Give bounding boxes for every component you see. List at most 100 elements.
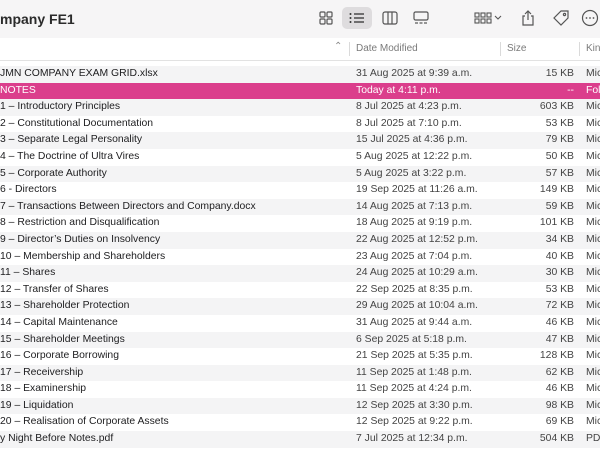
- file-date-modified: 15 Jul 2025 at 4:36 p.m.: [356, 134, 468, 146]
- list-view-icon: [349, 12, 365, 24]
- file-row[interactable]: 17 – Receivership 11 Sep 2025 at 1:48 p.m…: [0, 364, 600, 382]
- toolbar: mpany FE1: [0, 0, 600, 38]
- file-row[interactable]: 9 – Director’s Duties on Insolvency 22 Au…: [0, 231, 600, 249]
- file-name: 2 – Constitutional Documentation: [0, 117, 154, 129]
- file-row[interactable]: 6 - Directors 19 Sep 2025 at 11:26 a.m. 14…: [0, 182, 600, 199]
- file-name: 20 – Realisation of Corporate Assets: [0, 416, 169, 428]
- file-row[interactable]: 20 – Realisation of Corporate Assets 12 S…: [0, 414, 600, 431]
- file-list: JMN COMPANY EXAM GRID.xlsx 31 Aug 2025 at…: [0, 66, 600, 448]
- file-kind: Mic: [586, 399, 600, 411]
- file-kind: Mic: [586, 383, 600, 395]
- file-row[interactable]: 16 – Corporate Borrowing 21 Sep 2025 at 5…: [0, 348, 600, 365]
- file-row[interactable]: 8 – Restriction and Disqualification 18 A…: [0, 215, 600, 232]
- column-divider[interactable]: [349, 42, 350, 56]
- file-date-modified: 31 Aug 2025 at 9:44 a.m.: [356, 316, 473, 328]
- gallery-view-icon: [413, 11, 429, 25]
- file-row[interactable]: 10 – Membership and Shareholders 23 Aug 2…: [0, 249, 600, 266]
- file-name: 9 – Director’s Duties on Insolvency: [0, 233, 161, 245]
- file-date-modified: 8 Jul 2025 at 7:10 p.m.: [356, 117, 462, 129]
- file-size: 149 KB: [539, 184, 574, 196]
- file-row[interactable]: 13 – Shareholder Protection 29 Aug 2025 a…: [0, 298, 600, 315]
- list-view-button[interactable]: [342, 7, 372, 29]
- file-kind: Mic: [586, 200, 600, 212]
- file-size: 34 KB: [545, 233, 574, 245]
- file-kind: PDF: [586, 433, 600, 445]
- file-size: 98 KB: [545, 399, 574, 411]
- file-row[interactable]: y Night Before Notes.pdf 7 Jul 2025 at 12…: [0, 431, 600, 448]
- kind-column-header[interactable]: Kin: [586, 43, 600, 54]
- file-row[interactable]: NOTES Today at 4:11 p.m. -- Fol: [0, 82, 600, 100]
- file-date-modified: 12 Sep 2025 at 3:30 p.m.: [356, 399, 473, 411]
- file-size: 53 KB: [545, 117, 574, 129]
- file-size: 79 KB: [545, 134, 574, 146]
- more-button[interactable]: [580, 7, 600, 29]
- file-date-modified: 14 Aug 2025 at 7:13 p.m.: [356, 200, 473, 212]
- file-kind: Mic: [586, 267, 600, 279]
- file-kind: Mic: [586, 250, 600, 262]
- file-row[interactable]: JMN COMPANY EXAM GRID.xlsx 31 Aug 2025 at…: [0, 66, 600, 83]
- file-size: 15 KB: [545, 68, 574, 79]
- sort-ascending-icon: ⌃: [334, 41, 343, 52]
- file-kind: Mic: [586, 366, 600, 378]
- file-name: NOTES: [0, 84, 36, 96]
- file-name: 15 – Shareholder Meetings: [0, 333, 125, 345]
- file-date-modified: 24 Aug 2025 at 10:29 a.m.: [356, 267, 478, 279]
- file-size: 50 KB: [545, 150, 574, 162]
- column-divider[interactable]: [500, 42, 501, 56]
- file-row[interactable]: 11 – Shares 24 Aug 2025 at 10:29 a.m. 30 K…: [0, 265, 600, 282]
- file-row[interactable]: 19 – Liquidation 12 Sep 2025 at 3:30 p.m.…: [0, 397, 600, 415]
- file-row[interactable]: 12 – Transfer of Shares 22 Sep 2025 at 8:…: [0, 282, 600, 299]
- group-by-icon: [474, 12, 502, 24]
- file-kind: Mic: [586, 283, 600, 295]
- column-view-icon: [382, 11, 398, 25]
- file-row[interactable]: 4 – The Doctrine of Ultra Vires 5 Aug 202…: [0, 149, 600, 166]
- file-kind: Mic: [586, 416, 600, 428]
- share-button[interactable]: [516, 7, 540, 29]
- file-name: 4 – The Doctrine of Ultra Vires: [0, 150, 140, 162]
- file-size: 47 KB: [545, 333, 574, 345]
- file-row[interactable]: 3 – Separate Legal Personality 15 Jul 202…: [0, 132, 600, 149]
- file-kind: Mic: [586, 68, 600, 79]
- file-name: 8 – Restriction and Disqualification: [0, 217, 160, 229]
- date-column-header[interactable]: Date Modified: [356, 43, 418, 54]
- file-date-modified: Today at 4:11 p.m.: [356, 84, 441, 96]
- tag-button[interactable]: [548, 7, 574, 29]
- file-kind: Fol: [586, 84, 600, 96]
- file-size: 128 KB: [539, 350, 574, 362]
- file-row[interactable]: 15 – Shareholder Meetings 6 Sep 2025 at 5…: [0, 331, 600, 349]
- file-kind: Mic: [586, 233, 600, 245]
- file-kind: Mic: [586, 101, 600, 113]
- file-row[interactable]: 5 – Corporate Authority 5 Aug 2025 at 3:2…: [0, 165, 600, 183]
- column-divider[interactable]: [579, 42, 580, 56]
- file-name: 14 – Capital Maintenance: [0, 316, 118, 328]
- file-row[interactable]: 18 – Examinership 11 Sep 2025 at 4:24 p.m…: [0, 381, 600, 398]
- file-kind: Mic: [586, 350, 600, 362]
- file-size: 504 KB: [539, 433, 574, 445]
- file-date-modified: 8 Jul 2025 at 4:23 p.m.: [356, 101, 462, 113]
- file-size: 62 KB: [545, 366, 574, 378]
- grid-view-button[interactable]: [313, 7, 339, 29]
- group-by-button[interactable]: [470, 7, 506, 29]
- file-date-modified: 18 Aug 2025 at 9:19 p.m.: [356, 217, 473, 229]
- file-date-modified: 23 Aug 2025 at 7:04 p.m.: [356, 250, 473, 262]
- file-size: 53 KB: [545, 283, 574, 295]
- size-column-header[interactable]: Size: [507, 43, 526, 54]
- gallery-view-button[interactable]: [408, 7, 434, 29]
- file-row[interactable]: 7 – Transactions Between Directors and C…: [0, 198, 600, 216]
- window-title: mpany FE1: [0, 11, 75, 27]
- file-size: 30 KB: [545, 267, 574, 279]
- file-kind: Mic: [586, 117, 600, 129]
- file-row[interactable]: 2 – Constitutional Documentation 8 Jul 20…: [0, 116, 600, 133]
- file-name: 6 - Directors: [0, 184, 57, 196]
- file-date-modified: 11 Sep 2025 at 4:24 p.m.: [356, 383, 472, 395]
- file-date-modified: 6 Sep 2025 at 5:18 p.m.: [356, 333, 467, 345]
- column-header: ⌃ Date Modified Size Kin: [0, 38, 600, 61]
- file-size: 603 KB: [539, 101, 574, 113]
- file-date-modified: 31 Aug 2025 at 9:39 a.m.: [356, 68, 473, 79]
- file-date-modified: 19 Sep 2025 at 11:26 a.m.: [356, 184, 478, 196]
- column-view-button[interactable]: [377, 7, 403, 29]
- file-name: 1 – Introductory Principles: [0, 101, 121, 113]
- file-kind: Mic: [586, 134, 600, 146]
- file-row[interactable]: 14 – Capital Maintenance 31 Aug 2025 at 9…: [0, 315, 600, 332]
- file-row[interactable]: 1 – Introductory Principles 8 Jul 2025 at…: [0, 99, 600, 116]
